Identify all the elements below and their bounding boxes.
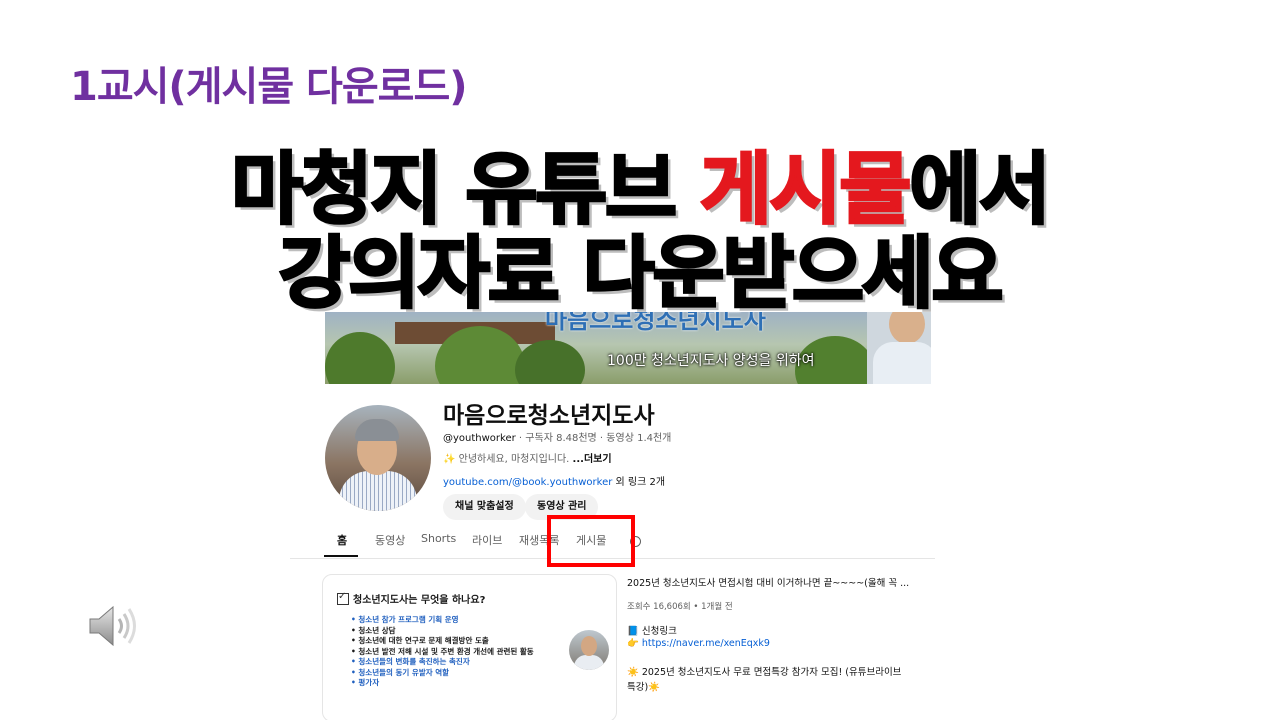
subscriber-count: 구독자 8.48천명	[525, 433, 597, 444]
card-title-text: 청소년지도사는 무엇을 하나요?	[353, 595, 486, 606]
list-item: • 평가자	[351, 678, 380, 687]
headline-line-1: 마청지 유튜브 게시물에서	[0, 145, 1280, 235]
posts-tab-highlight-box	[547, 515, 635, 567]
tab-home[interactable]: 홈	[337, 532, 347, 548]
tab-live[interactable]: 라이브	[472, 532, 502, 548]
channel-handle: @youthworker	[443, 433, 516, 444]
video-count: 동영상 1.4천개	[606, 433, 672, 444]
channel-description: ✨ 안녕하세요, 마청지입니다. ...더보기	[443, 450, 612, 465]
checkbox-icon	[337, 591, 349, 605]
avatar-shirt	[339, 471, 417, 511]
post-link[interactable]: https://naver.me/xenEqxk9	[642, 638, 770, 649]
headline-part-b: 에서	[908, 145, 1053, 235]
headline-part-a: 마청지 유튜브	[230, 145, 701, 235]
tab-videos[interactable]: 동영상	[375, 532, 405, 548]
banner-subtitle: 100만 청소년지도사 양성을 위하여	[607, 353, 815, 369]
post-line-link: 👉 https://naver.me/xenEqxk9	[627, 638, 770, 649]
channel-avatar[interactable]	[325, 405, 431, 511]
post-video-title[interactable]: 2025년 청소년지도사 면접시험 대비 이거하나면 끝~~~~(올해 꼭 ..…	[627, 575, 909, 589]
banner-title: 마음으로청소년지도사	[545, 312, 766, 334]
youtube-screenshot: 마음으로청소년지도사 100만 청소년지도사 양성을 위하여 마음으로청소년지도…	[290, 312, 935, 720]
channel-meta: @youthworker · 구독자 8.48천명 · 동영상 1.4천개	[443, 433, 672, 444]
post-video-meta: 조회수 16,606회 • 1개월 전	[627, 602, 733, 612]
channel-banner: 마음으로청소년지도사 100만 청소년지도사 양성을 위하여	[325, 312, 931, 384]
post-line-announcement: ☀️ 2025년 청소년지도사 무료 면접특강 참가자 모집! (유튜브라이브	[627, 667, 902, 678]
list-item: • 청소년에 대한 연구로 문제 해결방안 도출	[351, 636, 489, 645]
more-links[interactable]: 외 링크 2개	[612, 477, 666, 488]
speaker-icon[interactable]	[86, 602, 138, 650]
tab-underline	[324, 555, 358, 557]
customize-channel-button[interactable]: 채널 맞춤설정	[443, 494, 526, 520]
card-bullet-list: • 청소년 참가 프로그램 기획 운영 • 청소년 상담 • 청소년에 대한 연…	[351, 615, 534, 689]
channel-link[interactable]: youtube.com/@book.youthworker	[443, 477, 612, 488]
description-text: ✨ 안녕하세요, 마청지입니다.	[443, 454, 573, 465]
headline-line-2: 강의자료 다운받으세요	[277, 229, 1005, 319]
list-item: • 청소년 참가 프로그램 기획 운영	[351, 615, 459, 624]
post-line-signup: 📘 신청링크	[627, 626, 677, 637]
headline-highlight: 게시물	[699, 145, 913, 235]
post-line-announcement-cont: 특강)☀️	[627, 682, 661, 693]
person-body	[873, 342, 931, 384]
list-item: • 청소년 발전 저해 시설 및 주변 환경 개선에 관련된 활동	[351, 646, 534, 656]
slide-label: 1교시(게시물 다운로드)	[70, 64, 468, 110]
banner-tree	[325, 332, 395, 384]
banner-tree	[515, 340, 585, 384]
list-item: • 청소년들의 동기 유발자 역할	[351, 667, 450, 677]
person-head	[889, 312, 925, 344]
more-link[interactable]: ...더보기	[573, 454, 612, 465]
avatar-hair	[355, 419, 399, 441]
list-item: • 청소년들의 변화를 촉진하는 촉진자	[351, 657, 470, 666]
channel-name: 마음으로청소년지도사	[443, 403, 655, 429]
post-avatar-face	[581, 636, 597, 656]
banner-person	[867, 312, 931, 384]
tab-shorts[interactable]: Shorts	[421, 532, 456, 545]
pointing-hand-icon: 👉	[627, 638, 642, 649]
channel-link-row: youtube.com/@book.youthworker 외 링크 2개	[443, 473, 665, 488]
card-title: 청소년지도사는 무엇을 하나요?	[337, 591, 485, 606]
post-avatar-shirt	[574, 655, 604, 670]
post-author-avatar[interactable]	[569, 630, 609, 670]
list-item: • 청소년 상담	[351, 625, 396, 635]
